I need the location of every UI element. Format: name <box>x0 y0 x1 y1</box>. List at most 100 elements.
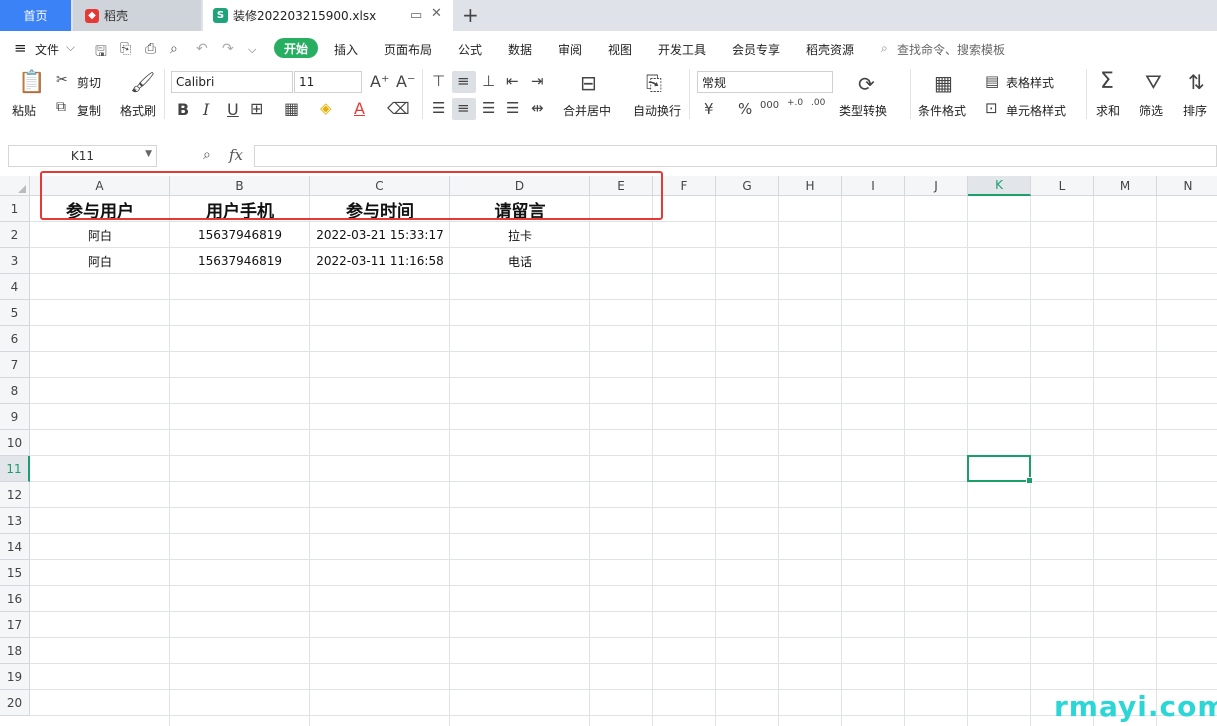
print-icon[interactable]: ⎙ <box>145 41 156 57</box>
data-cell[interactable]: 阿白 <box>30 222 170 248</box>
menu-insert[interactable]: 插入 <box>334 41 358 58</box>
copy-icon[interactable]: ⧉ <box>56 99 66 115</box>
row-header-3[interactable]: 3 <box>0 248 30 274</box>
float-window-icon[interactable]: ▭ <box>410 8 422 23</box>
menu-formula[interactable]: 公式 <box>458 41 482 58</box>
wrap-text-icon[interactable]: ⎘ <box>646 71 662 95</box>
underline-icon[interactable]: U <box>227 100 239 119</box>
menu-start[interactable]: 开始 <box>274 38 318 58</box>
row-header-2[interactable]: 2 <box>0 222 30 248</box>
menu-view[interactable]: 视图 <box>608 41 632 58</box>
redo-icon[interactable]: ↷ <box>222 41 234 57</box>
scissors-icon[interactable]: ✂ <box>56 72 68 88</box>
data-cell[interactable]: 2022-03-11 11:16:58 <box>310 248 450 274</box>
column-header-k[interactable]: K <box>968 176 1031 196</box>
menu-member[interactable]: 会员专享 <box>732 41 780 58</box>
align-left-icon[interactable]: ☰ <box>432 99 445 117</box>
align-middle-icon[interactable]: ≡ <box>457 72 470 90</box>
currency-icon[interactable]: ¥ <box>704 100 714 118</box>
filter-icon[interactable]: ⛛ <box>1145 70 1162 94</box>
tab-file[interactable]: S 装修202203215900.xlsx ▭ ✕ <box>203 0 453 31</box>
row-header-12[interactable]: 12 <box>0 482 30 508</box>
command-search[interactable]: 查找命令、搜索模板 <box>897 41 1005 58</box>
copy-button[interactable]: 复制 <box>77 102 101 119</box>
row-header-20[interactable]: 20 <box>0 690 30 716</box>
column-header-i[interactable]: I <box>842 176 905 196</box>
cell-style-icon[interactable]: ⊡ <box>985 99 998 117</box>
row-header-4[interactable]: 4 <box>0 274 30 300</box>
sort-icon[interactable]: ⇅ <box>1188 70 1205 94</box>
italic-icon[interactable]: I <box>203 100 209 119</box>
conditional-format-icon[interactable]: ▦ <box>934 71 953 95</box>
table-style-button[interactable]: 表格样式 <box>1006 74 1054 91</box>
row-header-14[interactable]: 14 <box>0 534 30 560</box>
row-header-8[interactable]: 8 <box>0 378 30 404</box>
menu-review[interactable]: 审阅 <box>558 41 582 58</box>
font-size-select[interactable]: 11 <box>294 71 362 93</box>
data-cell[interactable]: 15637946819 <box>170 248 310 274</box>
merge-icon[interactable]: ⊟ <box>580 71 597 95</box>
row-header-7[interactable]: 7 <box>0 352 30 378</box>
select-all-corner[interactable] <box>0 176 30 196</box>
row-header-5[interactable]: 5 <box>0 300 30 326</box>
chevron-down-icon[interactable]: ⌵ <box>66 40 75 55</box>
paste-button[interactable]: 粘贴 <box>12 102 36 119</box>
filter-button[interactable]: 筛选 <box>1139 102 1163 119</box>
save-icon[interactable]: 🖫 <box>95 41 107 65</box>
row-header-19[interactable]: 19 <box>0 664 30 690</box>
row-header-16[interactable]: 16 <box>0 586 30 612</box>
align-top-icon[interactable]: ⊤ <box>432 72 445 90</box>
column-header-g[interactable]: G <box>716 176 779 196</box>
decrease-indent-icon[interactable]: ⇤ <box>506 72 519 90</box>
sum-button[interactable]: 求和 <box>1096 102 1120 119</box>
quick-access-more-icon[interactable]: ⌵ <box>248 43 256 57</box>
font-family-select[interactable]: Calibri <box>171 71 293 93</box>
increase-decimal-icon[interactable]: +.0 <box>787 98 803 108</box>
close-tab-icon[interactable]: ✕ <box>431 6 442 21</box>
number-format-select[interactable]: 常规 <box>697 71 833 93</box>
align-bottom-icon[interactable]: ⊥ <box>482 72 495 90</box>
menu-page-layout[interactable]: 页面布局 <box>384 41 432 58</box>
convert-icon[interactable]: ⟳ <box>858 72 875 96</box>
new-tab-icon[interactable]: + <box>462 3 479 27</box>
row-header-17[interactable]: 17 <box>0 612 30 638</box>
row-header-1[interactable]: 1 <box>0 196 30 222</box>
percent-icon[interactable]: % <box>738 100 752 118</box>
undo-icon[interactable]: ↶ <box>196 41 208 57</box>
column-header-m[interactable]: M <box>1094 176 1157 196</box>
column-header-h[interactable]: H <box>779 176 842 196</box>
decrease-decimal-icon[interactable]: .00 <box>811 98 825 108</box>
format-painter-icon[interactable]: 🖌 <box>130 70 155 94</box>
menu-developer[interactable]: 开发工具 <box>658 41 706 58</box>
sum-icon[interactable]: Σ <box>1100 69 1114 94</box>
column-header-l[interactable]: L <box>1031 176 1094 196</box>
align-right-icon[interactable]: ☰ <box>482 99 495 117</box>
menu-resources[interactable]: 稻壳资源 <box>806 41 854 58</box>
tab-home[interactable]: 首页 <box>0 0 71 31</box>
paste-icon[interactable]: 📋 <box>18 70 45 95</box>
row-header-13[interactable]: 13 <box>0 508 30 534</box>
table-style-icon[interactable]: ▤ <box>985 72 999 90</box>
row-header-6[interactable]: 6 <box>0 326 30 352</box>
merge-center-button[interactable]: 合并居中 <box>563 102 611 119</box>
thousands-icon[interactable]: 000 <box>760 100 779 111</box>
bold-icon[interactable]: B <box>177 100 189 119</box>
chevron-down-icon[interactable]: ▼ <box>145 149 152 159</box>
wrap-text-button[interactable]: 自动换行 <box>633 102 681 119</box>
increase-indent-icon[interactable]: ⇥ <box>531 72 544 90</box>
data-cell[interactable]: 电话 <box>450 248 590 274</box>
data-cell[interactable]: 15637946819 <box>170 222 310 248</box>
selected-cell[interactable] <box>967 455 1033 484</box>
fill-handle[interactable] <box>1026 477 1033 484</box>
cut-button[interactable]: 剪切 <box>77 74 101 91</box>
print-preview-icon[interactable]: ⌕ <box>170 41 178 57</box>
type-convert-button[interactable]: 类型转换 <box>839 102 887 119</box>
menu-data[interactable]: 数据 <box>508 41 532 58</box>
fill-color-icon[interactable]: ◈ <box>320 99 332 117</box>
data-cell[interactable]: 阿白 <box>30 248 170 274</box>
formula-input[interactable] <box>254 145 1217 167</box>
row-header-15[interactable]: 15 <box>0 560 30 586</box>
row-header-10[interactable]: 10 <box>0 430 30 456</box>
column-header-n[interactable]: N <box>1157 176 1217 196</box>
export-icon[interactable]: ⎘ <box>120 41 131 57</box>
